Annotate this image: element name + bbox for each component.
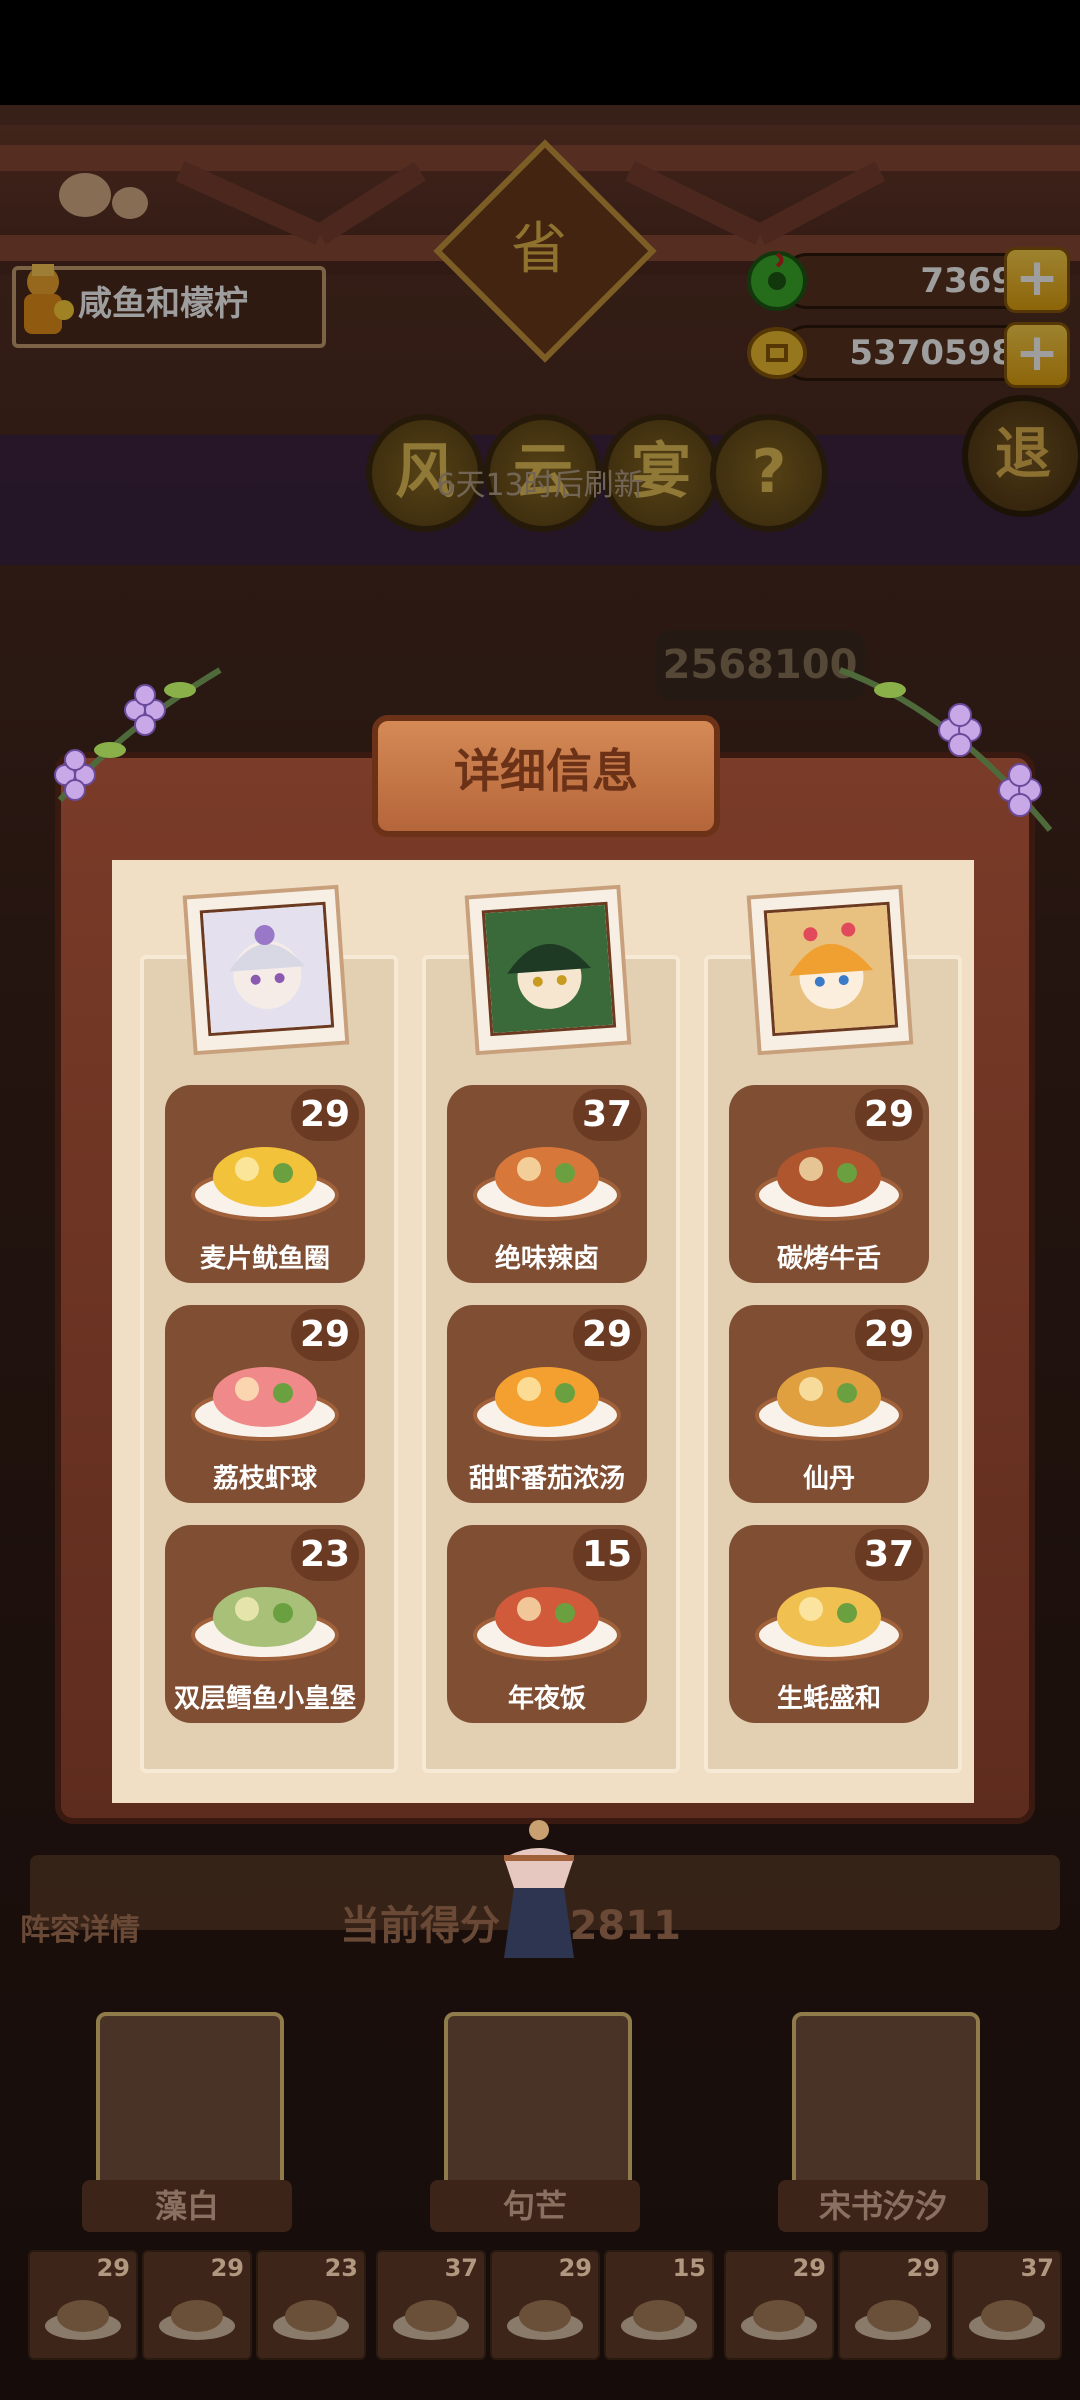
dish-icon <box>969 2300 1045 2340</box>
lineup-dish-level: 29 <box>906 2254 940 2282</box>
chef-portrait-card[interactable] <box>746 884 914 1056</box>
dish-level-badge: 29 <box>291 1089 359 1141</box>
chef-portrait <box>763 901 899 1037</box>
dish-card[interactable]: 29 荔枝虾球 <box>165 1305 365 1503</box>
dish-card[interactable]: 29 碳烤牛舌 <box>729 1085 929 1283</box>
dish-icon <box>741 2300 817 2340</box>
lineup-dish[interactable]: 37 <box>376 2250 486 2360</box>
lineup-details-label[interactable]: 阵容详情 <box>20 1905 140 1949</box>
hero-name: 句芒 <box>430 2180 640 2232</box>
dish-level-badge: 29 <box>855 1309 923 1361</box>
lineup-dish[interactable]: 15 <box>604 2250 714 2360</box>
lineup-dish-level: 15 <box>672 2254 706 2282</box>
dish-icon <box>507 2300 583 2340</box>
dish-card[interactable]: 29 甜虾番茄浓汤 <box>447 1305 647 1503</box>
hanging-ornament <box>504 1820 574 1958</box>
hero-portrait[interactable] <box>444 2012 632 2200</box>
dish-name: 年夜饭 <box>507 1684 586 1714</box>
lineup-dish-level: 37 <box>1020 2254 1054 2282</box>
flower-decoration <box>838 667 1053 832</box>
dish-name: 双层鳕鱼小皇堡 <box>173 1684 356 1714</box>
lineup-dish[interactable]: 29 <box>28 2250 138 2360</box>
dish-name: 碳烤牛舌 <box>776 1244 881 1274</box>
dish-name: 荔枝虾球 <box>212 1464 317 1494</box>
chef-portrait <box>481 901 617 1037</box>
dish-name: 生蚝盛和 <box>776 1684 881 1714</box>
dish-name: 麦片鱿鱼圈 <box>199 1244 330 1274</box>
dish-level-badge: 29 <box>573 1309 641 1361</box>
dish-level-badge: 37 <box>855 1529 923 1581</box>
dish-level-badge: 15 <box>573 1529 641 1581</box>
chef-portrait-card[interactable] <box>182 884 350 1056</box>
lineup-dish[interactable]: 29 <box>490 2250 600 2360</box>
lineup-dish-level: 29 <box>792 2254 826 2282</box>
dish-name: 甜虾番茄浓汤 <box>468 1464 625 1494</box>
lineup-dish[interactable]: 29 <box>838 2250 948 2360</box>
lineup-dish-level: 29 <box>96 2254 130 2282</box>
flower-decoration <box>54 667 222 802</box>
lineup-dish[interactable]: 29 <box>142 2250 252 2360</box>
chef-portrait-card[interactable] <box>464 884 632 1056</box>
dish-icon <box>393 2300 469 2340</box>
lineup-dish[interactable]: 37 <box>952 2250 1062 2360</box>
dish-level-badge: 37 <box>573 1089 641 1141</box>
dish-icon <box>621 2300 697 2340</box>
dish-icon <box>273 2300 349 2340</box>
dish-card[interactable]: 37 绝味辣卤 <box>447 1085 647 1283</box>
dish-level-badge: 23 <box>291 1529 359 1581</box>
dish-level-badge: 29 <box>855 1089 923 1141</box>
hero-name: 宋书汐汐 <box>778 2180 988 2232</box>
lineup-dish-level: 29 <box>210 2254 244 2282</box>
dish-level-badge: 29 <box>291 1309 359 1361</box>
lineup-dish-level: 37 <box>444 2254 478 2282</box>
dish-name: 仙丹 <box>802 1464 855 1494</box>
dish-icon <box>855 2300 931 2340</box>
hero-portrait[interactable] <box>96 2012 284 2200</box>
lineup-dish-level: 29 <box>558 2254 592 2282</box>
dish-card[interactable]: 37 生蚝盛和 <box>729 1525 929 1723</box>
dish-icon <box>159 2300 235 2340</box>
hero-name: 藻白 <box>82 2180 292 2232</box>
lineup-dish-level: 23 <box>324 2254 358 2282</box>
lineup-dish[interactable]: 29 <box>724 2250 834 2360</box>
hero-portrait[interactable] <box>792 2012 980 2200</box>
dish-card[interactable]: 29 仙丹 <box>729 1305 929 1503</box>
modal-title: 详细信息 <box>454 744 638 798</box>
dish-card[interactable]: 15 年夜饭 <box>447 1525 647 1723</box>
lineup-dish[interactable]: 23 <box>256 2250 366 2360</box>
dish-card[interactable]: 29 麦片鱿鱼圈 <box>165 1085 365 1283</box>
dish-name: 绝味辣卤 <box>494 1244 599 1274</box>
dish-icon <box>45 2300 121 2340</box>
dish-card[interactable]: 23 双层鳕鱼小皇堡 <box>165 1525 365 1723</box>
chef-portrait <box>199 901 335 1037</box>
